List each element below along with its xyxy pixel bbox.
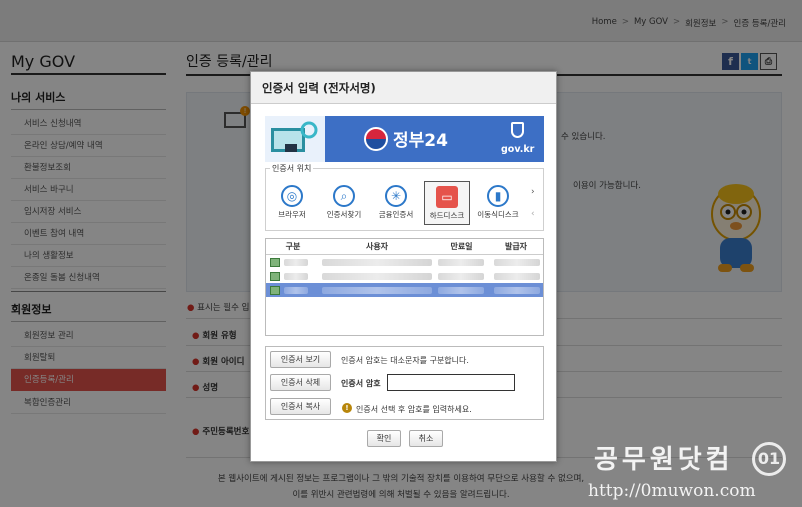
- harddisk-icon: ▭: [436, 186, 458, 208]
- cancel-button[interactable]: 취소: [409, 430, 443, 447]
- blurred-cell: [494, 273, 540, 280]
- location-label: 금융인증서: [378, 210, 414, 219]
- warning-icon: !: [342, 403, 352, 413]
- blurred-cell: [284, 259, 308, 266]
- search-icon: ⌕: [333, 185, 355, 207]
- delete-cert-button[interactable]: 인증서 삭제: [270, 374, 331, 391]
- column-header: 사용자: [365, 242, 389, 251]
- location-financial-cert[interactable]: ✳ 금융인증서: [373, 181, 419, 225]
- table-row-selected[interactable]: [266, 283, 543, 297]
- cert-list-table: 구분 사용자 만료일 발급자: [265, 238, 544, 336]
- shield-icon: [511, 122, 524, 138]
- blurred-cell: [322, 259, 432, 266]
- blurred-cell: [438, 259, 484, 266]
- scroll-right-icon[interactable]: ›: [531, 187, 535, 197]
- table-row[interactable]: [266, 269, 543, 283]
- ok-button[interactable]: 확인: [367, 430, 401, 447]
- column-header: 만료일: [450, 242, 473, 251]
- password-label: 인증서 암호: [341, 379, 381, 388]
- usb-icon: ▮: [487, 185, 509, 207]
- location-find-cert[interactable]: ⌕ 인증서찾기: [321, 181, 367, 225]
- column-header: 구분: [285, 242, 301, 251]
- dialog-title: 인증서 입력 (전자서명): [251, 72, 556, 104]
- certificate-icon: [270, 285, 280, 295]
- view-cert-button[interactable]: 인증서 보기: [270, 351, 331, 368]
- blurred-cell: [438, 287, 484, 294]
- globe-icon: ◎: [281, 185, 303, 207]
- location-label: 인증서찾기: [326, 210, 362, 219]
- asterisk-icon: ✳: [385, 185, 407, 207]
- blurred-cell: [322, 287, 432, 294]
- blurred-cell: [284, 287, 308, 294]
- gov-taegeuk-icon: [364, 127, 388, 151]
- blurred-cell: [438, 273, 484, 280]
- watermark-url: http://0muwon.com: [588, 481, 756, 501]
- blurred-cell: [284, 273, 308, 280]
- copy-cert-button[interactable]: 인증서 복사: [270, 398, 331, 415]
- table-row[interactable]: [266, 255, 543, 269]
- location-label: 브라우저: [278, 210, 306, 219]
- cert-input-dialog: 인증서 입력 (전자서명) 정부24 gov.kr 인증서 위치 ◎ 브라우저 …: [250, 71, 557, 462]
- location-removable-disk[interactable]: ▮ 이동식디스크: [475, 181, 521, 225]
- banner-domain: gov.kr: [501, 144, 535, 155]
- column-header: 발급자: [504, 242, 528, 251]
- blurred-cell: [322, 273, 432, 280]
- gov24-banner: 정부24 gov.kr: [265, 116, 544, 162]
- blurred-cell: [494, 287, 540, 294]
- password-input[interactable]: [387, 374, 515, 391]
- cert-location-legend: 인증서 위치: [270, 163, 314, 174]
- scroll-left-icon[interactable]: ‹: [531, 209, 535, 219]
- certificate-icon: [270, 257, 280, 267]
- table-header: 구분 사용자 만료일 발급자: [266, 239, 543, 255]
- location-label: 이동식디스크: [477, 210, 519, 219]
- location-browser[interactable]: ◎ 브라우저: [269, 181, 315, 225]
- blurred-cell: [494, 259, 540, 266]
- certificate-icon: [270, 271, 280, 281]
- watermark-logo: 01: [752, 442, 786, 476]
- warning-text: 인증서 선택 후 암호를 입력하세요.: [356, 405, 472, 414]
- location-label: 하드디스크: [429, 211, 465, 220]
- cert-location-group: 인증서 위치 ◎ 브라우저 ⌕ 인증서찾기 ✳ 금융인증서 ▭ 하드디스크 ▮ …: [265, 163, 544, 231]
- cert-action-group: 인증서 보기 인증서 암호는 대소문자를 구분합니다. 인증서 삭제 인증서 암…: [265, 346, 544, 420]
- banner-brand: 정부24: [393, 131, 448, 151]
- case-hint: 인증서 암호는 대소문자를 구분합니다.: [341, 356, 469, 365]
- watermark-text: 공무원닷컴: [594, 445, 734, 475]
- banner-illustration: [265, 116, 325, 162]
- location-harddisk[interactable]: ▭ 하드디스크: [424, 181, 470, 225]
